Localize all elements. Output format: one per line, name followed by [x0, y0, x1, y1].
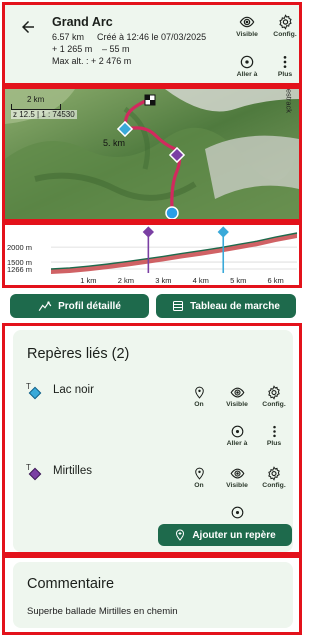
marker-1-on-button[interactable]: On: [181, 385, 217, 408]
gear-icon: [268, 385, 280, 400]
marker-name-mirtilles: Mirtilles: [53, 465, 92, 477]
walking-table-label: Tableau de marche: [190, 300, 280, 312]
x-tick-label: 5 km: [230, 276, 246, 285]
marker-1-visible-button[interactable]: Visible: [219, 385, 255, 408]
marker-2-visible-button[interactable]: Visible: [219, 466, 255, 489]
target-icon: [231, 506, 243, 519]
linked-markers-section: Repères liés (2) T Lac noir On Visible C…: [2, 323, 302, 555]
ascent: + 1 265 m: [52, 44, 93, 54]
gear-icon: [278, 14, 292, 30]
marker-2-on-button[interactable]: On: [181, 466, 217, 489]
linked-markers-title: Repères liés (2): [27, 346, 130, 362]
x-tick-label: 6 km: [268, 276, 284, 285]
eye-icon: [230, 468, 244, 479]
zoom-level: z 12.5 | 1 : 74530: [11, 110, 77, 119]
detailed-profile-button[interactable]: Profil détaillé: [10, 294, 149, 318]
config-button[interactable]: Config.: [267, 14, 303, 38]
add-marker-button[interactable]: Ajouter un repère: [158, 524, 292, 546]
visible-label: Visible: [236, 31, 258, 38]
gear-icon: [268, 466, 280, 481]
max-altitude: Max alt. : + 2 476 m: [52, 56, 132, 66]
back-arrow-icon[interactable]: [19, 18, 37, 36]
on-label: On: [194, 401, 204, 408]
config-label: Config.: [273, 31, 297, 38]
marker-1-more-button[interactable]: Plus: [256, 424, 292, 447]
slope-band: [51, 233, 297, 274]
more-vertical-icon: [272, 425, 276, 438]
comment-section: Commentaire Superbe ballade Mirtilles en…: [2, 555, 302, 635]
pin-icon: [194, 386, 204, 399]
track-header: Grand Arc 6.57 km Créé à 12:46 le 07/03/…: [2, 2, 302, 86]
map-view[interactable]: 2 km z 12.5 | 1 : 74530 5. km © Tracestr…: [2, 86, 302, 222]
elevation-line: [50, 232, 298, 270]
marker-diamond: [217, 226, 229, 238]
profile-chart-icon: [38, 301, 52, 311]
more-button[interactable]: Plus: [267, 54, 303, 78]
visible-label: Visible: [226, 401, 248, 408]
scale-label: 2 km: [27, 95, 45, 104]
marker-diamond-blue-icon: [28, 386, 42, 400]
visible-label: Visible: [226, 482, 248, 489]
comment-card: Commentaire Superbe ballade Mirtilles en…: [13, 562, 293, 628]
marker-name-lac-noir: Lac noir: [53, 384, 94, 396]
visible-button[interactable]: Visible: [229, 14, 265, 38]
x-tick-label: 1 km: [80, 276, 96, 285]
marker-2-config-button[interactable]: Config.: [256, 466, 292, 489]
comment-title: Commentaire: [27, 576, 115, 592]
target-icon: [231, 425, 243, 438]
map-copyright: © Tracestrack: [284, 86, 293, 113]
map-scale: 2 km: [11, 95, 61, 110]
more-vertical-icon: [283, 56, 287, 68]
goto-label: Aller à: [226, 440, 248, 447]
add-pin-icon: [176, 529, 185, 541]
more-label: Plus: [266, 440, 282, 447]
config-label: Config.: [262, 401, 286, 408]
y-tick-label: 1266 m: [7, 265, 32, 274]
more-label: Plus: [277, 71, 293, 78]
eye-icon: [230, 387, 244, 398]
x-tick-label: 3 km: [155, 276, 171, 285]
x-tick-label: 4 km: [193, 276, 209, 285]
elevation-chart[interactable]: 2000 m 1500 m 1266 m1 km 2 km 3 km 4 km 5 km 6 …: [2, 222, 302, 288]
marker-1-config-button[interactable]: Config.: [256, 385, 292, 408]
eye-icon: [239, 16, 255, 28]
on-label: On: [194, 482, 204, 489]
add-marker-label: Ajouter un repère: [192, 529, 276, 541]
pin-icon: [194, 467, 204, 480]
marker-1-goto-button[interactable]: Aller à: [219, 424, 255, 447]
goto-label: Aller à: [236, 71, 258, 78]
start-point-icon: [165, 206, 179, 219]
elevation-plot: 2000 m1500 m1266 m1 km 2 km 3 km 4 km 5 km 6 …: [7, 226, 298, 285]
track-title: Grand Arc: [52, 15, 113, 29]
created-date: Créé à 12:46 le 07/03/2025: [97, 32, 207, 42]
marker-diamond-purple-icon: [28, 467, 42, 481]
marker-diamond: [142, 226, 155, 238]
marker-2-goto-button[interactable]: [219, 505, 255, 519]
comment-text[interactable]: Superbe ballade Mirtilles en chemin: [27, 606, 178, 617]
target-icon: [240, 55, 254, 69]
walking-table-button[interactable]: Tableau de marche: [156, 294, 296, 318]
descent: – 55 m: [102, 44, 130, 54]
table-icon: [173, 301, 184, 311]
distance: 6.57 km: [52, 32, 85, 42]
km-marker-label: 5. km: [103, 138, 126, 148]
x-tick-label: 2 km: [118, 276, 134, 285]
goto-button[interactable]: Aller à: [229, 54, 265, 78]
detailed-profile-label: Profil détaillé: [58, 300, 121, 312]
linked-markers-card: Repères liés (2) T Lac noir On Visible C…: [13, 330, 293, 552]
config-label: Config.: [262, 482, 286, 489]
y-tick-label: 2000 m: [7, 243, 32, 252]
